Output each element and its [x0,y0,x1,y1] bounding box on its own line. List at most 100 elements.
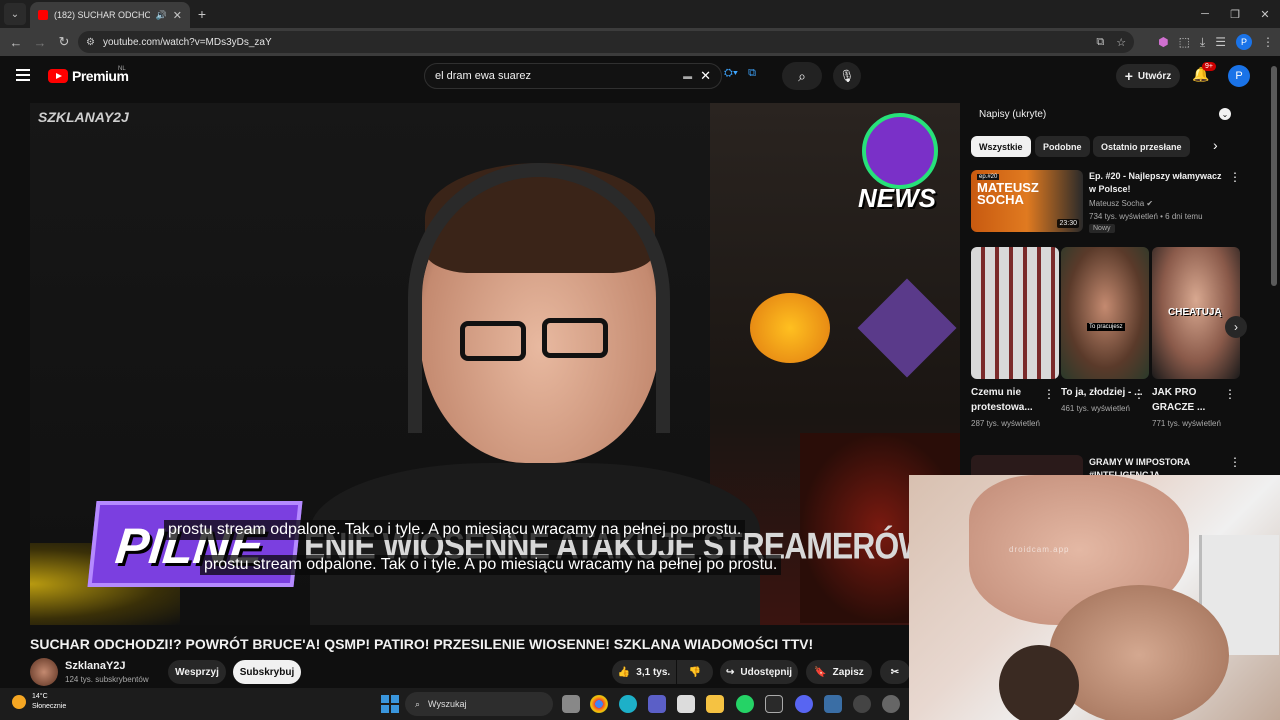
close-window-icon[interactable]: ✕ [1250,0,1280,28]
url-text: youtube.com/watch?v=MDs3yDs_zaY [102,36,272,48]
address-bar[interactable]: ⚙ youtube.com/watch?v=MDs3yDs_zaY ⧉ ☆ [78,31,1135,53]
more-options-icon[interactable]: ⋮ [1224,387,1236,401]
more-options-icon[interactable]: ⋮ [1043,387,1055,401]
reload-icon[interactable]: ↻ [54,32,74,52]
short-thumbnail[interactable] [971,247,1059,379]
install-app-icon[interactable]: ⧉ [1096,36,1104,49]
chevron-right-icon[interactable]: › [1213,137,1218,153]
chip-all[interactable]: Wszystkie [971,136,1031,157]
browser-tabstrip: ⌄ (182) SUCHAR ODCHODZI! 🔊 ✕ + ─ ❐ ✕ [0,0,1280,28]
reading-list-icon[interactable]: ☰ [1215,35,1226,49]
bookmark-icon: 🔖 [814,666,827,678]
discord-icon[interactable] [795,695,813,713]
recommended-video[interactable]: ep.#20 MATEUSZ SOCHA 23:30 Ep. #20 - Naj… [971,170,1241,236]
new-tab-button[interactable]: + [190,2,214,26]
video-player[interactable]: SZKLANAY2J NEWS PILNE ENIE WIOSENNE ATAK… [30,103,960,625]
site-info-icon[interactable]: ⚙ [86,37,95,48]
short-item[interactable]: To pracujesz To ja, złodziej - ... 461 t… [1061,247,1149,415]
search-input[interactable]: el dram ewa suarez ▬ ✕ [424,63,722,89]
video-title[interactable]: Ep. #20 - Najlepszy włamywacz w Polsce! [1089,170,1229,196]
short-thumbnail[interactable]: CHEATUJĄ [1152,247,1240,379]
chevron-down-icon[interactable]: ⌄ [1219,108,1231,120]
task-view-icon[interactable] [562,695,580,713]
file-explorer-icon[interactable] [706,695,724,713]
store-icon[interactable] [677,695,695,713]
taskbar-search[interactable]: ⌕ Wyszukaj [405,692,553,716]
chip-related[interactable]: Podobne [1035,136,1090,157]
short-item[interactable]: Czemu nie protestowa... 287 tys. wyświet… [971,247,1059,430]
recommended-video[interactable]: GRAMY W IMPOSTORA#INTELIGENCJA ⋮ [971,455,1241,480]
keyboard-icon[interactable]: ▬ [683,71,692,81]
bookmark-star-icon[interactable]: ☆ [1116,36,1126,49]
shorts-next-button[interactable]: › [1225,316,1247,338]
country-code: NL [118,66,126,72]
chip-recent[interactable]: Ostatnio przesłane [1093,136,1190,157]
tab-search-button[interactable]: ⌄ [4,3,26,25]
extensions-puzzle-icon[interactable]: ⬚ [1179,35,1190,49]
temperature: 14°C [32,693,48,700]
menu-icon[interactable] [16,69,30,81]
news-badge: NEWS [858,113,948,213]
tab-close-icon[interactable]: ✕ [173,9,182,22]
windows-start-icon[interactable] [381,695,399,713]
captions-selector[interactable]: Napisy (ukryte) ⌄ [971,103,1239,125]
weather-widget[interactable]: 14°C Słonecznie [12,692,66,712]
lens-icon[interactable]: ⧉ [748,67,756,80]
search-icon: ⌕ [798,67,806,84]
download-icon[interactable]: ⤓ [1200,35,1205,50]
settings-gear-icon[interactable] [882,695,900,713]
news-logo-icon [862,113,938,189]
extension-icon[interactable]: ⬢ [1158,35,1168,49]
obs-icon[interactable] [853,695,871,713]
like-button[interactable]: 👍 3,1 tys. [612,660,676,684]
search-button[interactable]: ⌕ [782,62,822,90]
channel-avatar[interactable] [30,658,58,686]
forward-icon[interactable]: → [30,32,50,52]
clip-button[interactable]: ✂ [880,660,910,684]
subscribe-button[interactable]: Subskrybuj [233,660,301,684]
share-button[interactable]: ↪ Udostępnij [720,660,798,684]
more-options-icon[interactable]: ⋮ [1229,455,1241,469]
clear-search-icon[interactable]: ✕ [700,68,711,84]
channel-name: Mateusz Socha ✔ [1089,199,1154,208]
pen-app-icon[interactable] [765,695,783,713]
webcam-hair [999,645,1079,720]
translate-icon[interactable]: ⛭▾ [724,67,738,80]
chrome-icon[interactable] [590,695,608,713]
browser-profile-avatar[interactable]: P [1236,34,1252,50]
notification-count: 9+ [1202,62,1216,71]
speaker-icon[interactable]: 🔊 [156,10,167,21]
chevron-right-icon: › [1234,320,1238,334]
whatsapp-icon[interactable] [736,695,754,713]
more-options-icon[interactable]: ⋮ [1133,387,1145,401]
short-item[interactable]: CHEATUJĄ JAK PRO GRACZE ... 771 tys. wyś… [1152,247,1240,430]
short-thumbnail[interactable]: To pracujesz [1061,247,1149,379]
youtube-header: Premium NL el dram ewa suarez ▬ ✕ ⛭▾ ⧉ ⌕… [0,56,1280,98]
dislike-button[interactable]: 👎 [677,660,713,684]
video-thumbnail[interactable]: ep.#20 MATEUSZ SOCHA 23:30 [971,170,1083,232]
thumbs-up-icon: 👍 [617,666,631,678]
youtube-logo[interactable]: Premium NL [48,66,129,84]
back-icon[interactable]: ← [6,32,26,52]
edge-icon[interactable] [619,695,637,713]
channel-name[interactable]: SzklanaY2J [65,660,126,672]
voice-search-button[interactable]: 🎙 [833,62,861,90]
account-avatar[interactable]: P [1228,65,1250,87]
teams-icon[interactable] [648,695,666,713]
browser-menu-icon[interactable]: ⋮ [1262,35,1274,49]
video-thumbnail[interactable] [971,455,1083,475]
more-options-icon[interactable]: ⋮ [1229,170,1241,184]
news-text: NEWS [858,183,936,213]
plus-icon: + [1124,68,1133,84]
page-scrollbar[interactable] [1271,66,1277,286]
support-button[interactable]: Wesprzyj [168,660,226,684]
app-icon[interactable] [824,695,842,713]
notifications-button[interactable]: 🔔 9+ [1192,62,1216,83]
minimize-icon[interactable]: ─ [1190,0,1220,28]
browser-tab-active[interactable]: (182) SUCHAR ODCHODZI! 🔊 ✕ [30,2,190,28]
verified-icon: ✔ [1146,199,1154,208]
create-button[interactable]: + Utwórz [1116,64,1180,88]
save-button[interactable]: 🔖 Zapisz [806,660,872,684]
captions-label: Napisy (ukryte) [979,108,1047,120]
restore-icon[interactable]: ❐ [1220,0,1250,28]
